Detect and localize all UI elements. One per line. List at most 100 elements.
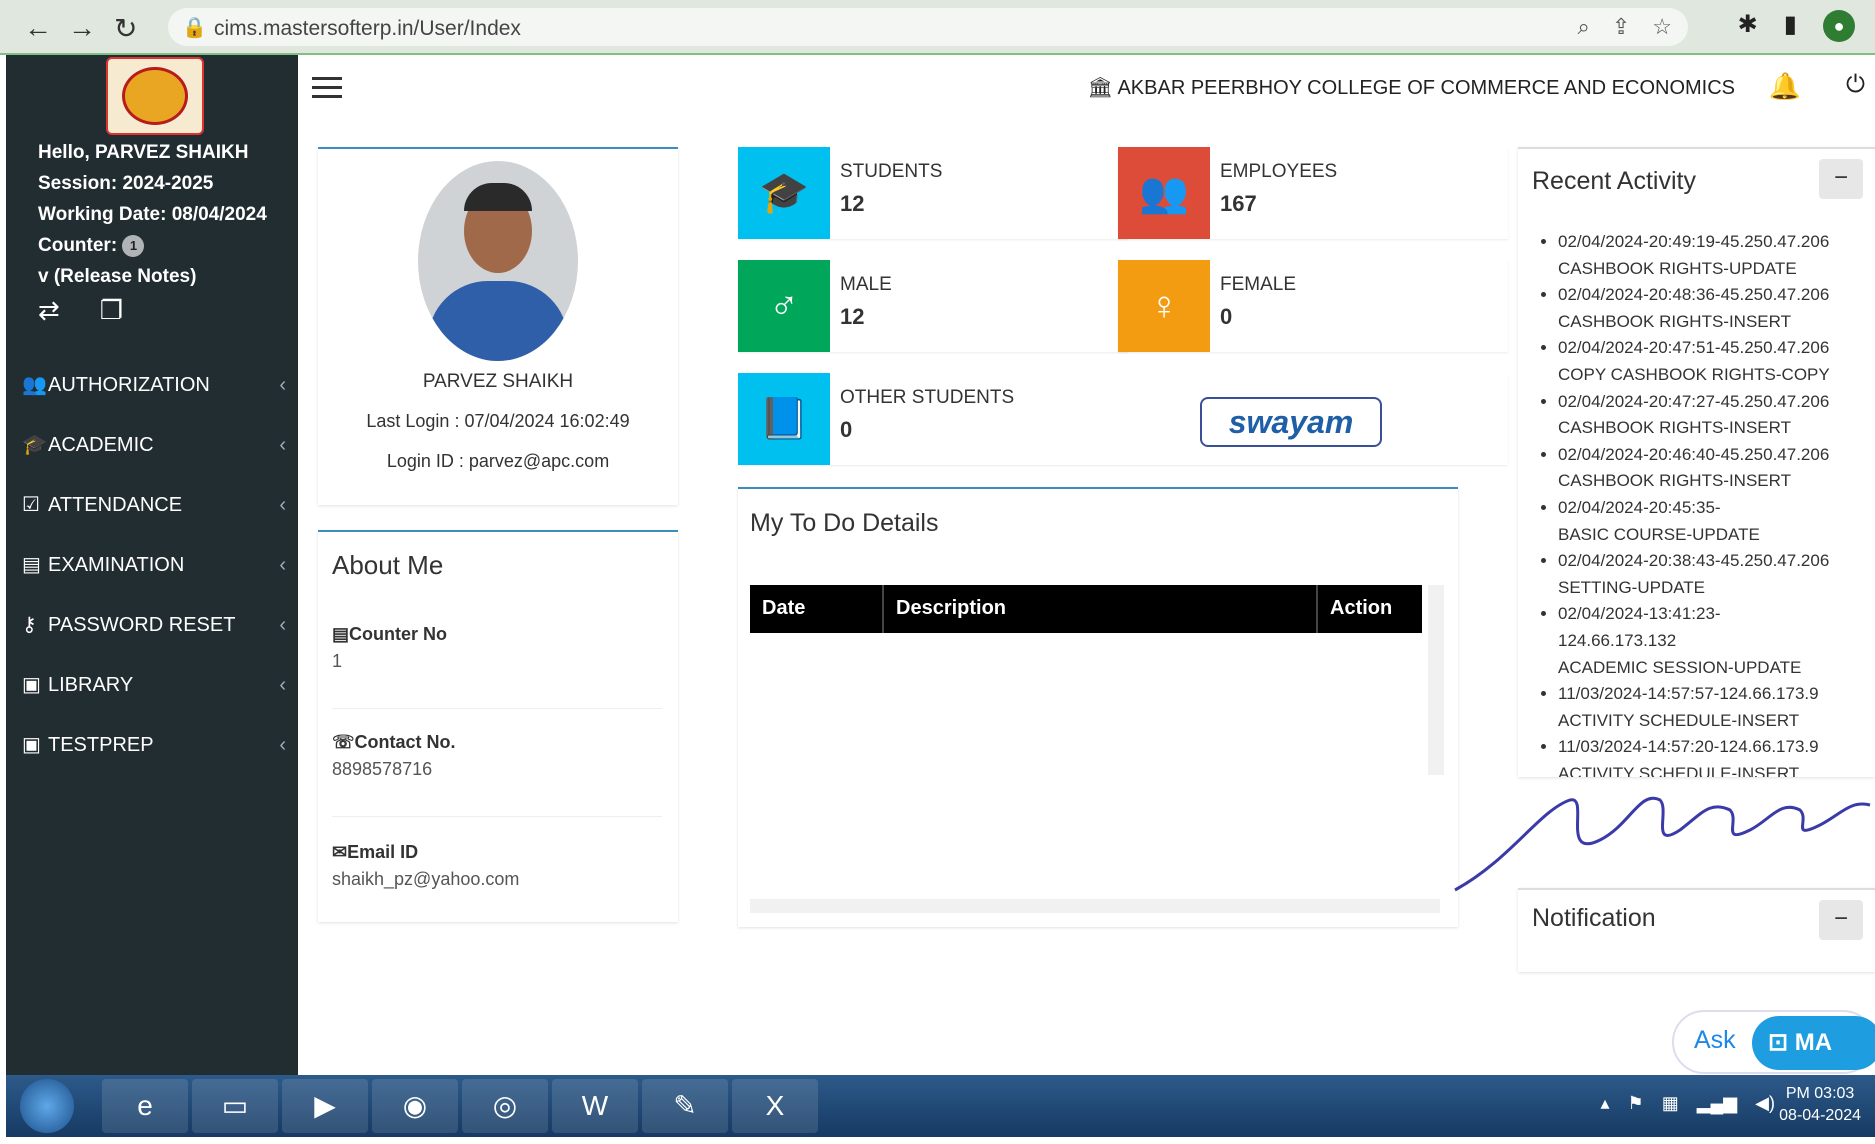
assistant-button[interactable]: ⊡ MA [1752, 1016, 1875, 1070]
top-header: 🏛 AKBAR PEERBHOY COLLEGE OF COMMERCE AND… [298, 55, 1875, 121]
switch-icon[interactable]: ⇄ [38, 295, 60, 326]
todo-table-header: Date Description Action [750, 585, 1422, 633]
ie-icon[interactable]: e [102, 1079, 188, 1133]
other-students-box[interactable]: 📘 OTHER STUDENTS 0 [738, 373, 1508, 465]
collapse-button[interactable]: − [1819, 159, 1863, 199]
recent-title: Recent Activity [1532, 167, 1696, 195]
paint-icon[interactable]: ✎ [642, 1079, 728, 1133]
release-notes-link[interactable]: v (Release Notes) [38, 261, 267, 292]
list-item: 02/04/2024-20:45:35-BASIC COURSE-UPDATE [1558, 495, 1864, 548]
counter-badge: 1 [122, 234, 145, 257]
hamburger-menu-icon[interactable] [312, 77, 342, 99]
check-square-icon: ☑ [22, 494, 40, 516]
folder-icon[interactable]: ▭ [192, 1079, 278, 1133]
firefox-icon[interactable]: ◎ [462, 1079, 548, 1133]
male-icon: ♂ [738, 260, 830, 352]
students-box[interactable]: 🎓 STUDENTS 12 [738, 147, 1128, 239]
volume-icon[interactable]: ◀) [1755, 1093, 1775, 1114]
share-icon[interactable]: ⇪ [1612, 14, 1630, 40]
list-item: 02/04/2024-13:41:23-124.66.173.132ACADEM… [1558, 601, 1864, 681]
list-item: 02/04/2024-20:47:51-45.250.47.206COPY CA… [1558, 335, 1864, 388]
sidebar-item-examination[interactable]: ▤ EXAMINATION ‹ [6, 535, 298, 595]
signal-icon[interactable]: ▂▄▆ [1697, 1093, 1737, 1114]
back-arrow-icon[interactable]: ← [24, 12, 52, 44]
list-item: 02/04/2024-20:46:40-45.250.47.206CASHBOO… [1558, 442, 1864, 495]
word-icon[interactable]: W [552, 1079, 638, 1133]
media-player-icon[interactable]: ▶ [282, 1079, 368, 1133]
sidebar-item-testprep[interactable]: ▣ TESTPREP ‹ [6, 715, 298, 775]
url-text[interactable]: cims.mastersofterp.in/User/Index [214, 17, 521, 41]
sidebar-item-attendance[interactable]: ☑ ATTENDANCE ‹ [6, 475, 298, 535]
sidebar-item-authorization[interactable]: 👥AUTHORIZATION ‹ [6, 355, 298, 415]
collapse-button[interactable]: − [1819, 900, 1863, 940]
last-login: Last Login : 07/04/2024 16:02:49 [366, 411, 630, 431]
bell-icon[interactable]: 🔔 [1769, 71, 1801, 102]
reload-icon[interactable]: ↻ [114, 12, 137, 45]
notification-title: Notification [1532, 904, 1656, 932]
login-id: Login ID : parvez@apc.com [386, 451, 610, 471]
flag-icon[interactable]: ⚑ [1628, 1093, 1644, 1114]
extensions-icon[interactable]: ✱ [1738, 10, 1758, 42]
system-tray: ▴ ⚑ ▦ ▂▄▆ ◀) [1601, 1093, 1776, 1114]
chevron-left-icon: ‹ [279, 554, 286, 576]
college-logo [106, 57, 204, 135]
col-date: Date [762, 597, 806, 619]
female-icon: ♀ [1118, 260, 1210, 352]
forward-arrow-icon[interactable]: → [68, 12, 96, 44]
about-card: About Me ▤Counter No 1 ☏Contact No. 8898… [318, 530, 678, 922]
ask-widget[interactable]: Ask ⊡ MA [1672, 1010, 1875, 1074]
session: Session: 2024-2025 [38, 173, 214, 194]
chevron-left-icon: ‹ [279, 734, 286, 756]
side-panel-icon[interactable]: ▮ [1784, 10, 1797, 42]
list-item: 02/04/2024-20:48:36-45.250.47.206CASHBOO… [1558, 282, 1864, 335]
list-item: 02/04/2024-20:38:43-45.250.47.206SETTING… [1558, 548, 1864, 601]
graduation-cap-icon: 🎓 [738, 147, 830, 239]
recent-activity-card: Recent Activity − 02/04/2024-20:49:19-45… [1518, 147, 1875, 777]
start-button-icon[interactable] [20, 1079, 74, 1133]
user-info: Hello, PARVEZ SHAIKH Session: 2024-2025 … [38, 137, 267, 292]
group-icon: 👥 [1118, 147, 1210, 239]
sidebar-item-password-reset[interactable]: ⚷ PASSWORD RESET ‹ [6, 595, 298, 655]
list-item: 02/04/2024-20:49:19-45.250.47.206CASHBOO… [1558, 229, 1864, 282]
address-bar[interactable]: 🔒 cims.mastersofterp.in/User/Index ⌕ ⇪ ☆ [168, 8, 1688, 46]
copy-icon[interactable]: ❐ [100, 295, 123, 326]
key-icon: ⚷ [22, 614, 37, 636]
institution-icon: 🏛 [1087, 77, 1114, 99]
col-description: Description [896, 597, 1007, 619]
about-counter: ▤Counter No 1 [332, 624, 448, 671]
about-title: About Me [332, 550, 444, 580]
chevron-left-icon: ‹ [279, 434, 286, 456]
power-icon[interactable]: ⏻ [1846, 71, 1865, 99]
chevron-left-icon: ‹ [279, 374, 286, 396]
swayam-logo[interactable]: swayam [1200, 397, 1382, 447]
book-icon: ▤ [22, 554, 41, 576]
signature-mark [1454, 796, 1871, 892]
chevron-left-icon: ‹ [279, 494, 286, 516]
clock[interactable]: PM 03:03 08-04-2024 [1779, 1083, 1861, 1127]
profile-avatar-icon[interactable]: ● [1823, 10, 1855, 42]
book-icon: ▤ [332, 624, 350, 644]
list-item: 02/04/2024-20:47:27-45.250.47.206CASHBOO… [1558, 389, 1864, 442]
ask-label[interactable]: Ask [1694, 1026, 1736, 1055]
sidebar-item-library[interactable]: ▣ LIBRARY ‹ [6, 655, 298, 715]
windows-taskbar: e ▭ ▶ ◉ ◎ W ✎ X ▴ ⚑ ▦ ▂▄▆ ◀) PM 03:03 08… [6, 1075, 1875, 1137]
chrome-icon[interactable]: ◉ [372, 1079, 458, 1133]
male-box[interactable]: ♂ MALE 12 [738, 260, 1128, 352]
users-icon: 👥 [22, 374, 47, 396]
book-icon: 📘 [738, 373, 830, 465]
show-hidden-icon[interactable]: ▴ [1601, 1093, 1610, 1114]
employees-box[interactable]: 👥 EMPLOYEES 167 [1118, 147, 1508, 239]
about-email: ✉Email ID shaikh_pz@yahoo.com [332, 842, 520, 889]
zoom-icon[interactable]: ⌕ [1578, 14, 1590, 40]
network-icon[interactable]: ▦ [1662, 1093, 1679, 1114]
lock-icon: 🔒 [182, 17, 207, 39]
excel-icon[interactable]: X [732, 1079, 818, 1133]
sidebar-item-academic[interactable]: 🎓ACADEMIC ‹ [6, 415, 298, 475]
vertical-scrollbar[interactable] [1428, 585, 1444, 775]
horizontal-scrollbar[interactable] [750, 899, 1440, 913]
female-box[interactable]: ♀ FEMALE 0 [1118, 260, 1508, 352]
star-icon[interactable]: ☆ [1652, 14, 1672, 40]
testprep-icon: ▣ [22, 734, 41, 756]
college-name: 🏛 AKBAR PEERBHOY COLLEGE OF COMMERCE AND… [1087, 77, 1735, 99]
counter: Counter: 1 [38, 230, 267, 261]
